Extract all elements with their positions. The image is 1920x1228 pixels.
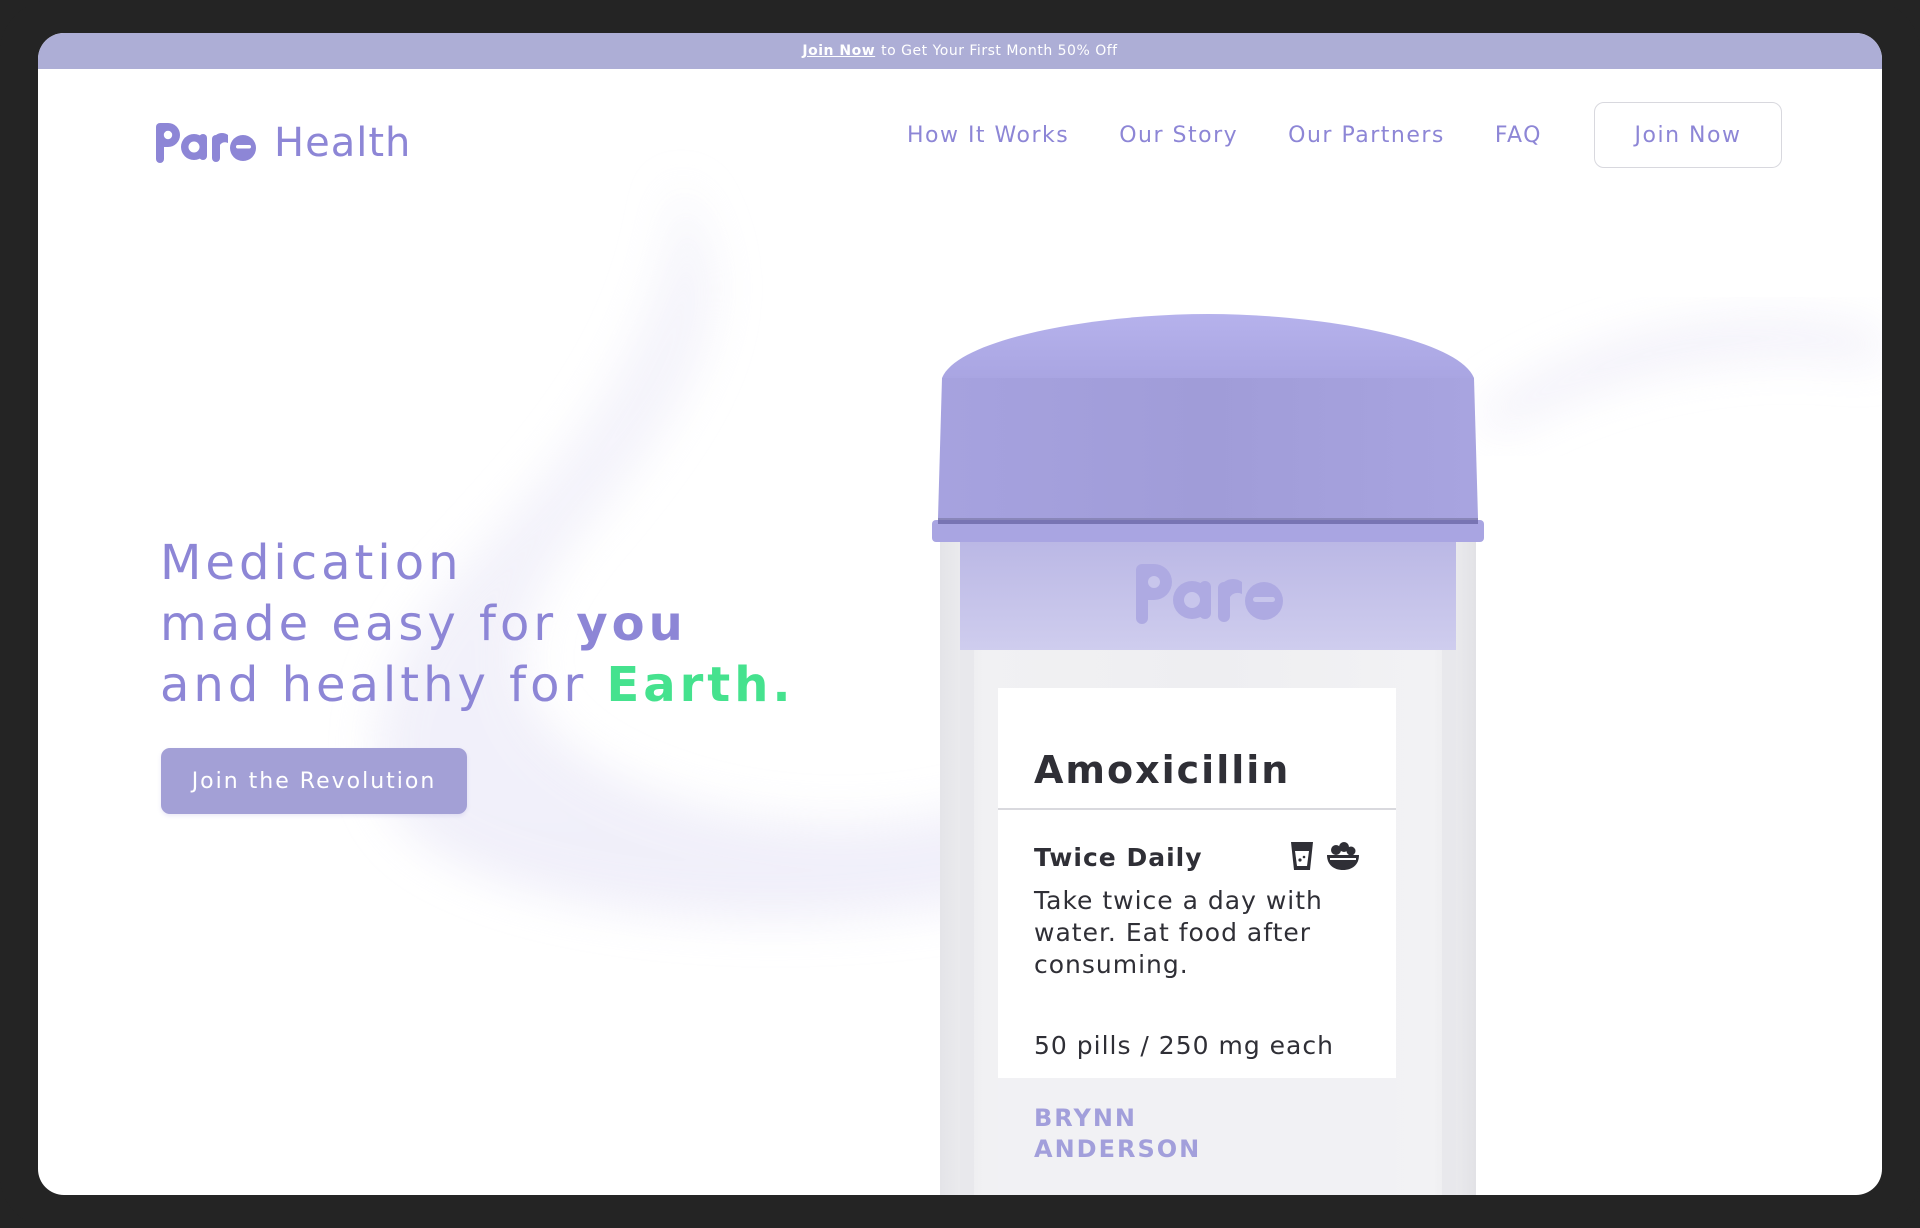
drug-name: Amoxicillin xyxy=(1034,748,1291,792)
nav-how-it-works[interactable]: How It Works xyxy=(907,123,1069,148)
nav-faq[interactable]: FAQ xyxy=(1495,123,1542,148)
prescription-label: Amoxicillin Twice Daily Take twice a day… xyxy=(998,688,1396,1194)
pare-logo-mark-icon xyxy=(156,123,256,163)
patient-name: BRYNN ANDERSON xyxy=(1034,1103,1334,1165)
hero-heading: Medication made easy for you and healthy… xyxy=(160,533,860,716)
hero-line-1: Medication xyxy=(160,535,463,591)
food-bowl-icon xyxy=(1326,841,1360,875)
nav-our-partners[interactable]: Our Partners xyxy=(1288,123,1445,148)
nav-our-story[interactable]: Our Story xyxy=(1119,123,1238,148)
hero-emph-earth: Earth. xyxy=(606,657,795,713)
patient-last-name: ANDERSON xyxy=(1034,1135,1202,1163)
hero-line-3-prefix: and healthy for xyxy=(160,657,607,713)
join-revolution-button[interactable]: Join the Revolution xyxy=(161,748,467,814)
device-frame: Join Now to Get Your First Month 50% Off xyxy=(0,0,1920,1228)
label-icon-group xyxy=(1290,841,1360,875)
site-logo[interactable]: Health xyxy=(156,113,411,173)
pill-quantity: 50 pills / 250 mg each xyxy=(1034,1031,1334,1060)
logo-wordmark: Health xyxy=(274,120,412,166)
hero-line-2-prefix: made easy for xyxy=(160,596,577,652)
dosage-instructions: Take twice a day with water. Eat food af… xyxy=(1034,886,1323,979)
water-glass-icon xyxy=(1290,841,1314,875)
browser-viewport: Join Now to Get Your First Month 50% Off xyxy=(38,33,1882,1195)
promo-banner: Join Now to Get Your First Month 50% Off xyxy=(38,33,1882,69)
promo-text: to Get Your First Month 50% Off xyxy=(881,43,1118,59)
header-join-now-button[interactable]: Join Now xyxy=(1594,102,1782,168)
patient-first-name: BRYNN xyxy=(1034,1104,1138,1132)
label-divider xyxy=(998,808,1396,810)
hero-emph-you: you xyxy=(576,596,687,652)
main-nav: How It Works Our Story Our Partners FAQ … xyxy=(907,102,1782,168)
promo-join-link[interactable]: Join Now xyxy=(802,43,875,59)
dosage-frequency: Twice Daily xyxy=(1034,843,1203,872)
